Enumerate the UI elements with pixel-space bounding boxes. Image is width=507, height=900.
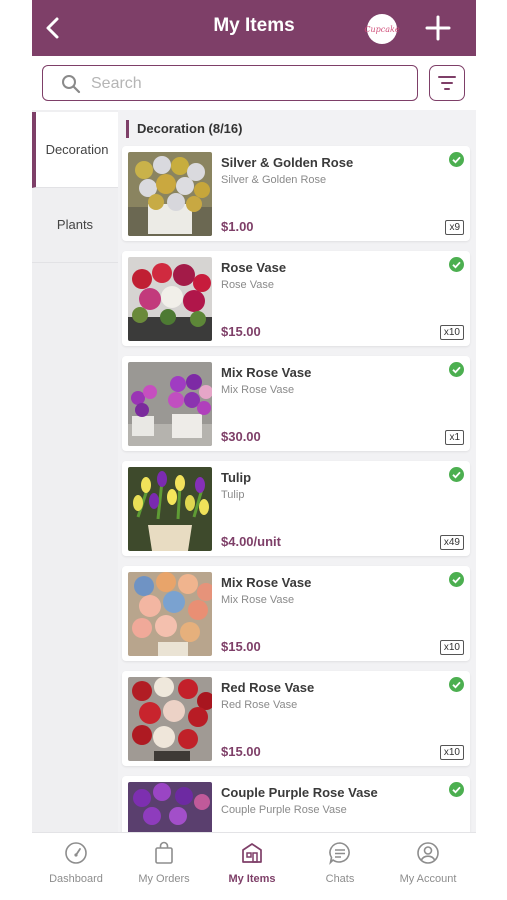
add-item-button[interactable] — [424, 14, 452, 42]
shop-logo[interactable]: Cupcake — [364, 14, 400, 44]
item-subtitle: Rose Vase — [221, 279, 274, 291]
nav-label: My Items — [228, 873, 276, 885]
quantity-badge: x9 — [445, 220, 464, 235]
nav-chats[interactable]: Chats — [296, 833, 384, 900]
item-image — [128, 362, 212, 446]
item-subtitle: Mix Rose Vase — [221, 594, 295, 606]
item-name: Mix Rose Vase — [221, 365, 312, 380]
item-image — [128, 152, 212, 236]
filter-button[interactable] — [429, 65, 465, 101]
nav-label: My Account — [399, 873, 457, 885]
gauge-icon — [65, 842, 87, 864]
item-name: Rose Vase — [221, 260, 287, 275]
store-icon — [242, 843, 262, 863]
category-label: Decoration — [45, 142, 109, 157]
item-card[interactable]: Mix Rose Vase Mix Rose Vase $15.00 x10 — [122, 566, 470, 661]
item-card[interactable]: Red Rose Vase Red Rose Vase $15.00 x10 — [122, 671, 470, 766]
item-subtitle: Silver & Golden Rose — [221, 174, 327, 186]
nav-label: Chats — [325, 873, 355, 885]
item-card[interactable]: Tulip Tulip $4.00/unit x49 — [122, 461, 470, 556]
bag-icon — [155, 841, 173, 864]
quantity-badge: x1 — [445, 430, 464, 445]
account-icon — [417, 842, 439, 864]
nav-my-account[interactable]: My Account — [384, 833, 472, 900]
check-circle-icon — [449, 467, 464, 482]
item-image — [128, 572, 212, 656]
nav-my-orders[interactable]: My Orders — [120, 833, 208, 900]
item-card[interactable]: Silver & Golden Rose Silver & Golden Ros… — [122, 146, 470, 241]
item-subtitle: Tulip — [221, 489, 245, 501]
item-price: $15.00 — [221, 639, 261, 654]
plus-icon — [425, 15, 451, 41]
item-price: $1.00 — [221, 219, 254, 234]
item-subtitle: Red Rose Vase — [221, 699, 298, 711]
quantity-badge: x10 — [439, 325, 464, 340]
category-sidebar: Decoration Plants — [32, 110, 118, 832]
item-image — [128, 677, 212, 761]
item-name: Red Rose Vase — [221, 680, 315, 695]
item-subtitle: Mix Rose Vase — [221, 384, 295, 396]
search-input[interactable] — [89, 69, 413, 99]
item-price: $15.00 — [221, 744, 261, 759]
check-circle-icon — [449, 572, 464, 587]
item-subtitle: Couple Purple Rose Vase — [221, 804, 347, 816]
check-circle-icon — [449, 257, 464, 272]
page-title: My Items — [213, 15, 295, 36]
nav-label: Dashboard — [49, 873, 103, 885]
nav-label: My Orders — [138, 873, 190, 885]
section-title: Decoration (8/16) — [126, 120, 242, 138]
logo-text: Cupcake — [364, 24, 400, 34]
item-price: $4.00/unit — [221, 534, 281, 549]
check-circle-icon — [449, 152, 464, 167]
category-label: Plants — [56, 217, 94, 232]
item-image — [128, 467, 212, 551]
search-icon — [62, 75, 81, 94]
item-name: Mix Rose Vase — [221, 575, 312, 590]
item-price: $15.00 — [221, 324, 261, 339]
bottom-nav: Dashboard My Orders My Items Chats My Ac… — [32, 832, 476, 900]
item-name: Silver & Golden Rose — [221, 155, 354, 170]
nav-dashboard[interactable]: Dashboard — [32, 833, 120, 900]
app-header: My Items Cupcake — [32, 0, 476, 56]
item-card[interactable]: Mix Rose Vase Mix Rose Vase $30.00 x1 — [122, 356, 470, 451]
phone-screen: My Items Cupcake Decoration — [32, 0, 476, 900]
chat-icon — [329, 842, 350, 865]
quantity-badge: x10 — [439, 640, 464, 655]
check-circle-icon — [449, 782, 464, 797]
items-list: Decoration (8/16) Silver & Golden Rose S… — [118, 110, 476, 832]
item-price: $30.00 — [221, 429, 261, 444]
item-card[interactable]: Couple Purple Rose Vase Couple Purple Ro… — [122, 776, 470, 832]
search-bar — [32, 56, 476, 110]
quantity-badge: x49 — [439, 535, 464, 550]
item-image — [128, 257, 212, 341]
item-image — [128, 782, 212, 832]
search-box — [42, 65, 418, 101]
filter-icon — [438, 76, 456, 90]
category-plants[interactable]: Plants — [32, 187, 118, 263]
item-card[interactable]: Rose Vase Rose Vase $15.00 x10 — [122, 251, 470, 346]
item-name: Tulip — [221, 470, 252, 485]
category-decoration[interactable]: Decoration — [32, 112, 118, 188]
check-circle-icon — [449, 677, 464, 692]
check-circle-icon — [449, 362, 464, 377]
item-name: Couple Purple Rose Vase — [221, 785, 378, 800]
nav-my-items[interactable]: My Items — [208, 833, 296, 900]
quantity-badge: x10 — [439, 745, 464, 760]
